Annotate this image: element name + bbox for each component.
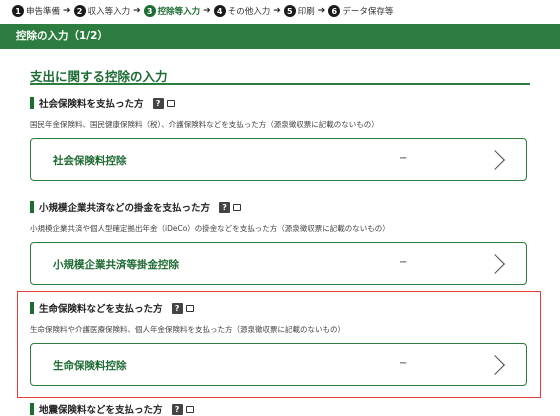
right-arrow-icon: ➔	[133, 6, 141, 16]
block-heading: 地震保険料などを支払った方 ?	[30, 402, 530, 416]
step-label: 印刷	[297, 7, 315, 17]
block-heading: 小規模企業共済などの掛金を支払った方 ?	[30, 200, 530, 214]
step-label: 申告準備	[26, 7, 61, 17]
block-heading-text: 社会保険料を支払った方	[39, 99, 144, 110]
right-arrow-icon: ➔	[63, 6, 71, 16]
block-heading-text: 地震保険料などを支払った方	[39, 405, 163, 416]
life-insurance-block: 生命保険料などを支払った方 ? 生命保険料や介護医療保険料、個人年金保険料を支払…	[30, 301, 530, 386]
right-arrow-icon: ➔	[317, 6, 326, 16]
step-number: 6	[328, 5, 341, 17]
small-business-mutual-aid-block: 小規模企業共済などの掛金を支払った方 ? 小規模企業共済や個人型確定拠出年金（i…	[30, 200, 530, 285]
chevron-right-icon	[488, 352, 508, 378]
step-number: 4	[213, 5, 226, 17]
book-icon[interactable]	[185, 405, 194, 413]
step-label: 収入等入力	[87, 7, 131, 17]
right-arrow-icon: ➔	[273, 6, 281, 16]
card-label: 社会保険料控除	[53, 155, 127, 167]
help-icon[interactable]: ?	[171, 403, 183, 415]
book-icon[interactable]	[185, 304, 194, 312]
book-icon[interactable]	[166, 99, 175, 107]
block-heading: 社会保険料を支払った方 ?	[30, 96, 530, 110]
step-5: 5 印刷	[283, 5, 315, 17]
step-4: 4 その他入力	[213, 5, 271, 17]
right-arrow-icon: ➔	[203, 6, 211, 16]
step-number: 2	[73, 5, 86, 17]
step-label: その他入力	[227, 7, 271, 17]
life-insurance-deduction-button[interactable]: 生命保険料控除 −	[30, 343, 527, 386]
step-6: 6 データ保存等	[328, 5, 393, 17]
block-heading-text: 小規模企業共済などの掛金を支払った方	[39, 203, 211, 214]
card-label: 生命保険料控除	[53, 360, 127, 372]
help-icon[interactable]: ?	[171, 302, 183, 314]
step-label: 控除等入力	[157, 7, 201, 17]
card-value: −	[399, 358, 408, 369]
step-number: 3	[143, 5, 156, 17]
small-business-mutual-aid-deduction-button[interactable]: 小規模企業共済等掛金控除 −	[30, 242, 527, 285]
step-label: データ保存等	[342, 7, 394, 17]
social-insurance-deduction-button[interactable]: 社会保険料控除 −	[30, 138, 527, 181]
heading-bar	[30, 201, 34, 213]
heading-bar	[30, 302, 34, 314]
step-1: 1 申告準備	[12, 5, 60, 17]
chevron-right-icon	[488, 251, 508, 277]
step-indicator: 1 申告準備 ➔ 2 収入等入力 ➔ 3 控除等入力 ➔ 4 その他入力 ➔ 5 印刷 ➔…	[12, 2, 393, 20]
step-number: 1	[12, 5, 24, 17]
block-description: 小規模企業共済や個人型確定拠出年金（iDeCo）の掛金などを支払った方（源泉徴収…	[30, 224, 390, 233]
help-icon[interactable]: ?	[152, 97, 164, 109]
block-description: 国民年金保険料、国民健康保険料（税）、介護保険料などを支払った方（源泉徴収票に記…	[30, 120, 379, 129]
heading-bar	[30, 403, 34, 415]
section-divider	[30, 83, 530, 85]
page-title: 控除の入力（1/2）	[0, 24, 560, 49]
step-3: 3 控除等入力	[143, 5, 201, 17]
card-value: −	[399, 153, 408, 164]
block-heading-text: 生命保険料などを支払った方	[39, 304, 163, 315]
social-insurance-block: 社会保険料を支払った方 ? 国民年金保険料、国民健康保険料（税）、介護保険料など…	[30, 96, 530, 181]
block-heading: 生命保険料などを支払った方 ?	[30, 301, 530, 315]
card-label: 小規模企業共済等掛金控除	[53, 259, 179, 271]
heading-bar	[30, 97, 34, 109]
card-value: −	[399, 257, 408, 268]
earthquake-insurance-block: 地震保険料などを支払った方 ?	[30, 402, 530, 416]
chevron-right-icon	[488, 147, 508, 173]
book-icon[interactable]	[233, 203, 242, 211]
block-description: 生命保険料や介護医療保険料、個人年金保険料を支払った方（源泉徴収票に記載のないも…	[30, 325, 345, 334]
step-number: 5	[283, 5, 296, 17]
step-2: 2 収入等入力	[73, 5, 131, 17]
help-icon[interactable]: ?	[219, 201, 231, 213]
